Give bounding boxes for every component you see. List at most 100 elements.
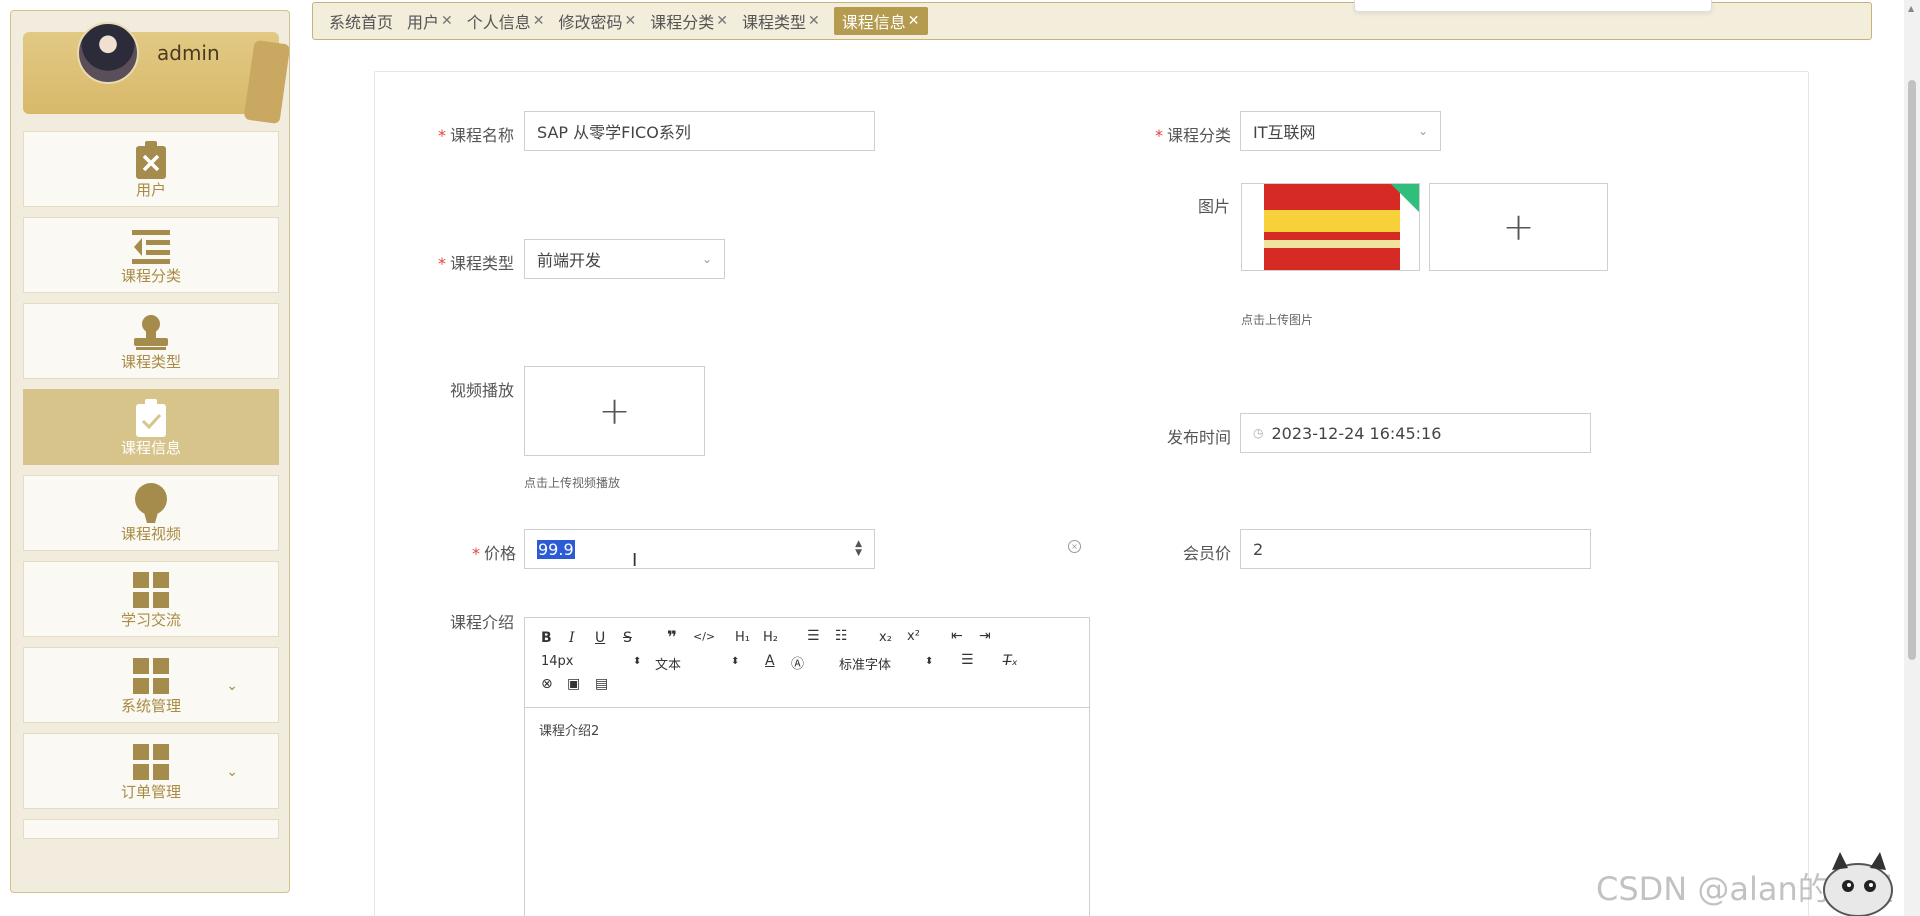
sidebar-item-users[interactable]: 用户 (23, 131, 279, 207)
course-intro-label: 课程介绍 (450, 613, 515, 632)
page-scrollbar[interactable]: ▲ (1904, 0, 1920, 916)
video-icon[interactable]: ▤ (595, 676, 608, 692)
background-color-icon[interactable]: Ⓐ (791, 653, 804, 672)
updown-icon: ⬍ (731, 656, 740, 667)
tab-profile[interactable]: 个人信息 ✕ (467, 9, 545, 33)
close-icon[interactable]: ✕ (625, 13, 637, 29)
avatar[interactable] (77, 22, 139, 84)
image-upload-button[interactable]: + (1429, 183, 1608, 271)
outdent-icon[interactable]: ⇤ (951, 628, 963, 644)
sidebar-item-label: 课程信息 (120, 439, 181, 457)
member-price-input[interactable]: 2 (1240, 529, 1591, 569)
text-style-value: 文本 (655, 658, 682, 673)
font-size-value: 14px (541, 654, 574, 669)
tab-label: 用户 (407, 13, 440, 32)
close-icon[interactable]: ✕ (716, 13, 728, 29)
editor-toolbar: B I U S ❞ </> H₁ H₂ ☰ ☷ x₂ x² ⇤ ⇥ 14px ⬍ … (525, 618, 1089, 708)
clear-circle-icon[interactable]: × (1068, 540, 1081, 553)
course-name-input[interactable]: SAP 从零学FICO系列 (524, 111, 875, 151)
user-name: admin (157, 41, 220, 65)
image-label: 图片 (1198, 197, 1231, 216)
rich-text-editor[interactable]: B I U S ❞ </> H₁ H₂ ☰ ☷ x₂ x² ⇤ ⇥ 14px ⬍ … (524, 617, 1090, 916)
image-icon[interactable]: ▣ (567, 676, 580, 692)
font-size-select[interactable]: 14px ⬍ (541, 654, 641, 669)
chevron-down-icon: ⌄ (701, 252, 712, 266)
clear-format-icon[interactable]: T̶ₓ (1003, 653, 1018, 669)
close-icon[interactable]: ✕ (808, 13, 820, 29)
chevron-down-icon: ⌄ (226, 678, 238, 694)
indent-icon[interactable]: ⇥ (979, 628, 991, 644)
close-icon[interactable]: ✕ (533, 13, 545, 29)
tab-home[interactable]: 系统首页 (329, 9, 393, 33)
required-mark: * (438, 126, 446, 145)
required-mark: * (472, 544, 480, 563)
scroll-thumb[interactable] (1908, 80, 1916, 660)
publish-time-input[interactable]: ◷ 2023-12-24 16:45:16 (1240, 413, 1591, 453)
sidebar-item-order-management[interactable]: ⌄ 订单管理 (23, 733, 279, 809)
link-icon[interactable]: ⊗ (541, 676, 553, 692)
course-name-label: * 课程名称 (438, 126, 515, 145)
price-input[interactable]: 99.9 ▲ ▼ (524, 529, 875, 569)
close-icon[interactable]: ✕ (908, 13, 920, 29)
bold-icon[interactable]: B (541, 630, 552, 646)
sidebar-item-course-category[interactable]: 课程分类 (23, 217, 279, 293)
sidebar-item-label: 用户 (135, 181, 166, 199)
tab-course-info[interactable]: 课程信息 ✕ (833, 7, 928, 35)
sidebar: admin 用户 课程分类 课程类型 课程信息 课程视频 学习交流 ⌄ 系统管理… (10, 10, 290, 893)
close-icon[interactable]: ✕ (441, 13, 453, 29)
scroll-up-icon[interactable]: ▲ (1908, 4, 1914, 13)
editor-content[interactable]: 课程介绍2 (525, 708, 1089, 751)
sidebar-item-partial[interactable] (23, 819, 279, 839)
align-icon[interactable]: ☰ (961, 652, 974, 668)
sidebar-item-course-info[interactable]: 课程信息 (23, 389, 279, 465)
chevron-down-icon: ⌄ (1417, 124, 1428, 138)
tab-label: 课程信息 (841, 13, 906, 32)
book-cover-band (1264, 210, 1400, 232)
ordered-list-icon[interactable]: ☰ (807, 628, 820, 644)
text-cursor-icon: I (632, 550, 638, 571)
font-family-value: 标准字体 (839, 658, 892, 673)
user-card (23, 32, 289, 125)
plus-icon: + (1502, 205, 1535, 249)
sidebar-item-course-video[interactable]: 课程视频 (23, 475, 279, 551)
member-price-value: 2 (1253, 539, 1264, 559)
sidebar-item-label: 系统管理 (120, 697, 181, 715)
stamp-icon (131, 312, 171, 352)
grid-icon (131, 656, 171, 696)
blockquote-icon[interactable]: ❞ (667, 628, 677, 648)
heading1-icon[interactable]: H₁ (735, 630, 750, 645)
course-category-select[interactable]: IT互联网 ⌄ (1240, 111, 1441, 151)
underline-icon[interactable]: U (595, 630, 605, 646)
sidebar-item-course-type[interactable]: 课程类型 (23, 303, 279, 379)
course-type-label: * 课程类型 (438, 254, 515, 273)
lightbulb-icon (131, 483, 171, 524)
superscript-icon[interactable]: x² (907, 629, 920, 644)
course-category-value: IT互联网 (1253, 123, 1316, 142)
sidebar-item-label: 课程类型 (120, 353, 181, 371)
bullet-list-icon[interactable]: ☷ (835, 628, 848, 644)
stepper-arrows-icon[interactable]: ▲ ▼ (855, 540, 862, 558)
video-upload-button[interactable]: + (524, 366, 705, 456)
tab-users[interactable]: 用户 ✕ (407, 9, 453, 33)
course-type-select[interactable]: 前端开发 ⌄ (524, 239, 725, 279)
sidebar-item-label: 课程视频 (120, 525, 181, 543)
font-color-icon[interactable]: A (765, 653, 775, 669)
video-upload-hint: 点击上传视频播放 (524, 476, 621, 490)
sidebar-item-system-management[interactable]: ⌄ 系统管理 (23, 647, 279, 723)
sidebar-item-learning-exchange[interactable]: 学习交流 (23, 561, 279, 637)
strikethrough-icon[interactable]: S (623, 630, 632, 646)
code-icon[interactable]: </> (693, 630, 715, 643)
italic-icon[interactable]: I (569, 630, 575, 646)
uploaded-image-thumbnail[interactable] (1241, 183, 1420, 271)
tab-course-category[interactable]: 课程分类 ✕ (650, 9, 728, 33)
clipboard-check-icon (131, 398, 171, 438)
text-style-select[interactable]: 文本 ⬍ (655, 654, 745, 673)
grid-icon (131, 570, 171, 610)
subscript-icon[interactable]: x₂ (879, 630, 892, 645)
font-family-select[interactable]: 标准字体 ⬍ (839, 654, 939, 673)
updown-icon: ⬍ (633, 656, 642, 667)
member-price-label: 会员价 (1183, 544, 1232, 563)
tab-course-type[interactable]: 课程类型 ✕ (742, 9, 820, 33)
tab-change-password[interactable]: 修改密码 ✕ (559, 9, 637, 33)
heading2-icon[interactable]: H₂ (763, 630, 778, 645)
